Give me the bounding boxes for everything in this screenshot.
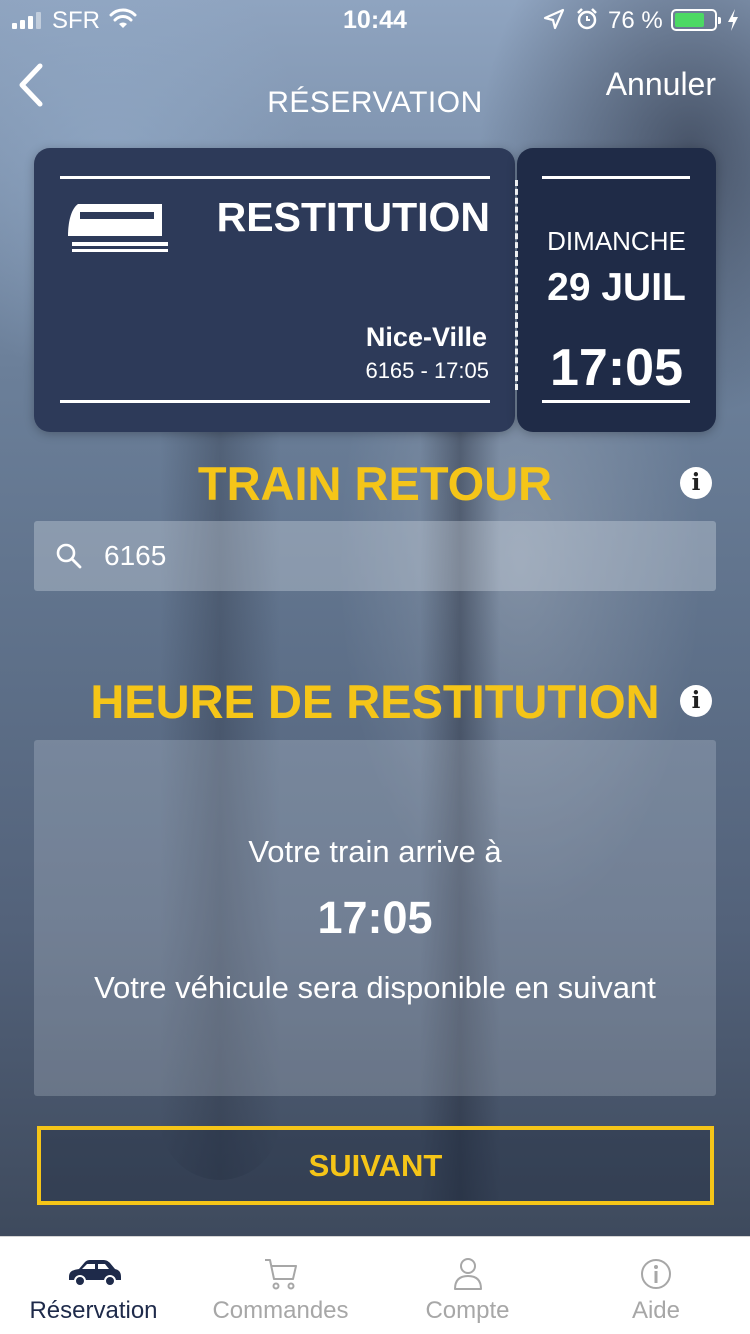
arrival-label: Votre train arrive à: [248, 834, 502, 869]
tab-reservation[interactable]: Réservation: [0, 1237, 187, 1334]
heure-restitution-title: HEURE DE RESTITUTION: [90, 675, 660, 728]
next-button[interactable]: SUIVANT: [37, 1126, 714, 1205]
tab-commandes[interactable]: Commandes: [187, 1237, 374, 1334]
status-bar: SFR 10:44 76 %: [0, 0, 750, 40]
ticket-day: DIMANCHE: [547, 226, 686, 256]
alarm-icon: [575, 7, 599, 38]
tab-compte[interactable]: Compte: [374, 1237, 561, 1334]
cancel-button[interactable]: Annuler: [606, 66, 716, 103]
user-icon: [374, 1257, 561, 1291]
ticket-date: 29 JUIL: [547, 266, 686, 309]
tab-label: Compte: [425, 1297, 510, 1324]
train-search-field[interactable]: [34, 521, 716, 591]
train-search-input[interactable]: [104, 521, 664, 591]
tab-label: Commandes: [212, 1297, 349, 1324]
tab-label: Aide: [631, 1297, 681, 1324]
car-icon: [0, 1257, 187, 1287]
tab-label: Réservation: [29, 1297, 158, 1324]
train-retour-title: TRAIN RETOUR: [197, 457, 553, 510]
info-icon[interactable]: i: [680, 685, 712, 717]
info-icon[interactable]: i: [680, 467, 712, 499]
battery-icon: [671, 9, 721, 31]
battery-percent: 76 %: [608, 7, 663, 34]
tab-bar: Réservation Commandes Compte Aide: [0, 1236, 750, 1334]
ticket-line: [542, 176, 690, 179]
charging-icon: [726, 8, 740, 39]
ticket-title: RESTITUTION: [216, 194, 490, 240]
ticket-main-panel: [34, 148, 515, 432]
search-icon: [56, 543, 82, 574]
availability-label: Votre véhicule sera disponible en suivan…: [94, 970, 656, 1005]
ticket-line: [60, 400, 490, 403]
ticket-line: [60, 176, 490, 179]
ticket-line: [542, 400, 690, 403]
arrival-time: 17:05: [317, 892, 433, 943]
info-icon: [562, 1257, 750, 1291]
train-number-time: 6165 - 17:05: [365, 358, 489, 383]
cart-icon: [187, 1257, 374, 1291]
location-icon: [543, 8, 565, 37]
ticket-time: 17:05: [550, 339, 683, 397]
tab-aide[interactable]: Aide: [562, 1237, 750, 1334]
station-name: Nice-Ville: [365, 322, 487, 352]
